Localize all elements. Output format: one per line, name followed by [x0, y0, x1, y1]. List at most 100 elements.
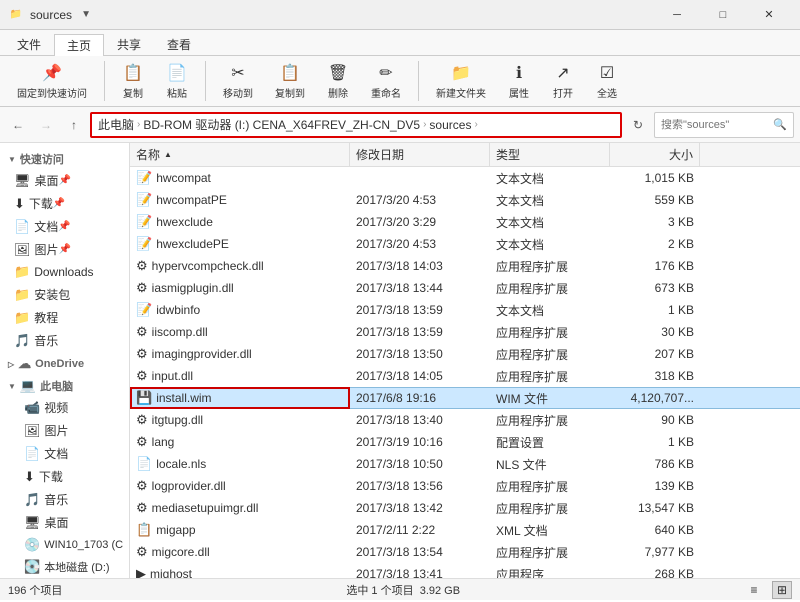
sidebar-item-c-drive[interactable]: 💿WIN10_1703 (C: [0, 534, 129, 556]
copy-to-btn[interactable]: 📋 复制到: [266, 58, 314, 105]
ribbon: 文件 主页 共享 查看 📌 固定到快速访问 📋 复制 📄 粘贴 ✂ 移动到 📋 …: [0, 30, 800, 107]
move-to-btn[interactable]: ✂ 移动到: [214, 58, 262, 105]
sidebar-section-onedrive[interactable]: ▷ ☁ OneDrive: [0, 352, 129, 374]
sidebar-item-music2[interactable]: 🎵音乐: [0, 488, 129, 511]
search-bar: 🔍: [654, 112, 794, 138]
sidebar-item-music[interactable]: 🎵 音乐: [0, 329, 129, 352]
file-icon: 📝: [136, 214, 152, 230]
file-date: 2017/3/18 13:59: [350, 299, 490, 321]
table-row[interactable]: 📝 hwcompat 文本文档 1,015 KB: [130, 167, 800, 189]
col-header-name[interactable]: 名称 ▲: [130, 143, 350, 167]
select-all-btn[interactable]: ☑ 全选: [587, 58, 627, 105]
file-icon: ⚙: [136, 280, 148, 296]
table-row[interactable]: ▶ mighost 2017/3/18 13:41 应用程序 268 KB: [130, 563, 800, 578]
table-row[interactable]: ⚙ imagingprovider.dll 2017/3/18 13:50 应用…: [130, 343, 800, 365]
search-icon[interactable]: 🔍: [773, 118, 787, 131]
file-date: 2017/2/11 2:22: [350, 519, 490, 541]
sidebar-item-dl-folder[interactable]: 📁 Downloads: [0, 261, 129, 283]
table-row[interactable]: ⚙ logprovider.dll 2017/3/18 13:56 应用程序扩展…: [130, 475, 800, 497]
sidebar-item-documents[interactable]: 📄 文档 📌: [0, 215, 129, 238]
col-header-type[interactable]: 类型: [490, 143, 610, 167]
file-type: 应用程序扩展: [490, 497, 610, 519]
properties-btn[interactable]: ℹ 属性: [499, 58, 539, 105]
close-button[interactable]: ✕: [746, 0, 792, 30]
table-row[interactable]: 📄 locale.nls 2017/3/18 10:50 NLS 文件 786 …: [130, 453, 800, 475]
table-row[interactable]: 📝 hwcompatPE 2017/3/20 4:53 文本文档 559 KB: [130, 189, 800, 211]
table-row[interactable]: ⚙ hypervcompcheck.dll 2017/3/18 14:03 应用…: [130, 255, 800, 277]
select-all-icon: ☑: [600, 63, 614, 83]
col-header-size[interactable]: 大小: [610, 143, 700, 167]
table-row[interactable]: ⚙ iiscomp.dll 2017/3/18 13:59 应用程序扩展 30 …: [130, 321, 800, 343]
sidebar-item-pics[interactable]: 🖼图片: [0, 419, 129, 442]
sidebar-item-tutorial[interactable]: 📁 教程: [0, 306, 129, 329]
sidebar-item-desktop[interactable]: 🖥 桌面 📌: [0, 169, 129, 192]
list-view-btn[interactable]: ≡: [744, 581, 764, 599]
file-date: 2017/3/18 13:59: [350, 321, 490, 343]
new-folder-btn[interactable]: 📁 新建文件夹: [427, 58, 495, 105]
pin-icon: 📌: [53, 198, 65, 210]
sidebar-item-dl2[interactable]: ⬇下载: [0, 465, 129, 488]
paste-btn[interactable]: 📄 粘贴: [157, 58, 197, 105]
refresh-button[interactable]: ↻: [626, 113, 650, 137]
table-row[interactable]: 💾 install.wim 2017/6/8 19:16 WIM 文件 4,12…: [130, 387, 800, 409]
file-type: 文本文档: [490, 299, 610, 321]
table-row[interactable]: ⚙ input.dll 2017/3/18 14:05 应用程序扩展 318 K…: [130, 365, 800, 387]
search-input[interactable]: [661, 119, 769, 131]
table-row[interactable]: 📋 migapp 2017/2/11 2:22 XML 文档 640 KB: [130, 519, 800, 541]
file-area: 名称 ▲ 修改日期 类型 大小 📝 hwcompat 文本文档 1,015 KB…: [130, 143, 800, 578]
ribbon-separator-3: [418, 61, 419, 101]
forward-button[interactable]: →: [34, 113, 58, 137]
file-size: 7,977 KB: [610, 541, 700, 563]
address-folder[interactable]: sources: [429, 118, 471, 132]
table-row[interactable]: 📝 idwbinfo 2017/3/18 13:59 文本文档 1 KB: [130, 299, 800, 321]
file-date: 2017/3/18 14:05: [350, 365, 490, 387]
sidebar-item-desktop2[interactable]: 🖥桌面: [0, 511, 129, 534]
copy-btn[interactable]: 📋 复制: [113, 58, 153, 105]
open-btn[interactable]: ↗ 打开: [543, 58, 583, 105]
file-type: NLS 文件: [490, 453, 610, 475]
sidebar-section-quick-access[interactable]: ▼ 快速访问: [0, 147, 129, 169]
sidebar-item-d-drive[interactable]: 💽本地磁盘 (D:): [0, 556, 129, 578]
sidebar-section-this-pc[interactable]: ▼ 💻 此电脑: [0, 374, 129, 396]
file-type: 应用程序扩展: [490, 255, 610, 277]
col-header-date[interactable]: 修改日期: [350, 143, 490, 167]
tab-share[interactable]: 共享: [104, 33, 154, 55]
sidebar-item-docs[interactable]: 📄文档: [0, 442, 129, 465]
quick-access-arrow[interactable]: ▼: [78, 7, 94, 23]
window-title: sources: [30, 8, 72, 22]
tab-view[interactable]: 查看: [154, 33, 204, 55]
minimize-button[interactable]: ─: [654, 0, 700, 30]
pin-quick-access-btn[interactable]: 📌 固定到快速访问: [8, 58, 96, 105]
table-row[interactable]: 📝 hwexclude 2017/3/20 3:29 文本文档 3 KB: [130, 211, 800, 233]
rename-btn[interactable]: ✏ 重命名: [362, 58, 410, 105]
tab-home[interactable]: 主页: [54, 34, 104, 56]
table-row[interactable]: ⚙ mediasetupuimgr.dll 2017/3/18 13:42 应用…: [130, 497, 800, 519]
file-size: 90 KB: [610, 409, 700, 431]
sidebar-item-videos[interactable]: 📹视频: [0, 396, 129, 419]
table-row[interactable]: ⚙ lang 2017/3/19 10:16 配置设置 1 KB: [130, 431, 800, 453]
file-name: ⚙ iiscomp.dll: [130, 321, 350, 343]
file-icon: ⚙: [136, 500, 148, 516]
file-size: 640 KB: [610, 519, 700, 541]
sidebar-item-pictures[interactable]: 🖼 图片 📌: [0, 238, 129, 261]
file-name: ⚙ mediasetupuimgr.dll: [130, 497, 350, 519]
address-bar[interactable]: 此电脑 › BD-ROM 驱动器 (I:) CENA_X64FREV_ZH-CN…: [90, 112, 622, 138]
detail-view-btn[interactable]: ⊞: [772, 581, 792, 599]
address-computer[interactable]: 此电脑: [98, 116, 134, 133]
file-date: 2017/3/18 14:03: [350, 255, 490, 277]
back-button[interactable]: ←: [6, 113, 30, 137]
sidebar-item-install-folder[interactable]: 📁 安装包: [0, 283, 129, 306]
sidebar-item-downloads[interactable]: ⬇ 下载 📌: [0, 192, 129, 215]
address-drive[interactable]: BD-ROM 驱动器 (I:) CENA_X64FREV_ZH-CN_DV5: [143, 116, 420, 133]
maximize-button[interactable]: □: [700, 0, 746, 30]
table-row[interactable]: ⚙ migcore.dll 2017/3/18 13:54 应用程序扩展 7,9…: [130, 541, 800, 563]
file-icon: 📝: [136, 236, 152, 252]
ribbon-content: 📌 固定到快速访问 📋 复制 📄 粘贴 ✂ 移动到 📋 复制到 🗑 删除 ✏ 重…: [0, 56, 800, 106]
file-date: 2017/3/20 4:53: [350, 233, 490, 255]
table-row[interactable]: ⚙ iasmigplugin.dll 2017/3/18 13:44 应用程序扩…: [130, 277, 800, 299]
tab-file[interactable]: 文件: [4, 33, 54, 55]
up-button[interactable]: ↑: [62, 113, 86, 137]
delete-btn[interactable]: 🗑 删除: [318, 58, 358, 105]
table-row[interactable]: ⚙ itgtupg.dll 2017/3/18 13:40 应用程序扩展 90 …: [130, 409, 800, 431]
table-row[interactable]: 📝 hwexcludePE 2017/3/20 4:53 文本文档 2 KB: [130, 233, 800, 255]
